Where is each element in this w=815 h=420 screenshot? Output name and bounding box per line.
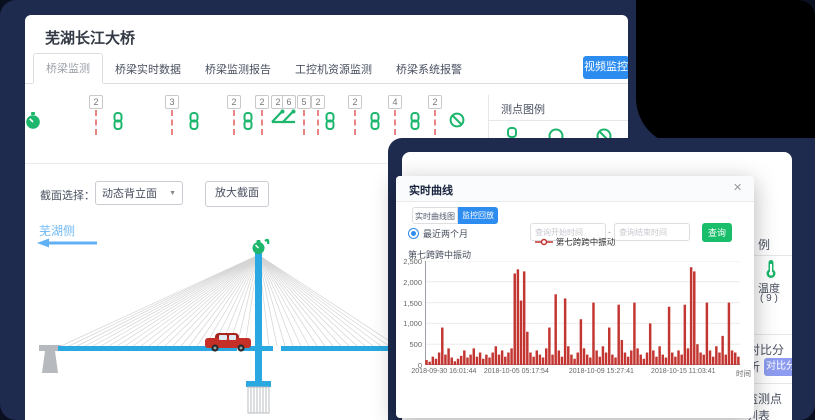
tab-bridge-monitor[interactable]: 桥梁监测 [33,53,103,84]
legend-link-icon [508,128,516,137]
x-tick-label: 2018-10-15 11:03:41 [651,368,715,375]
y-tick-label: 500 [396,340,422,349]
background-black-window [636,0,815,146]
noentry-icon [449,95,465,133]
chart-x-axis-name: 时间 [736,368,751,379]
sensor-badge: 2 [255,95,269,109]
link-icon [188,95,200,135]
legend-panel-title: 测点图例 [501,101,545,117]
link-icon [409,95,421,135]
main-tabbar: 桥梁监测 桥梁实时数据 桥梁监测报告 工控机资源监测 桥梁系统报警 [25,55,628,84]
pier-cap [246,381,271,387]
tab-system-alarm[interactable]: 桥梁系统报警 [384,55,474,83]
sensor-link-icon[interactable] [188,95,200,135]
sensor-dash-marker: 2 [255,95,269,135]
dash-line [303,110,305,135]
dash-line [354,110,356,135]
legend-panel-divider [489,120,628,121]
sensor-link-icon[interactable] [112,95,124,135]
sensor-badge: 3 [165,95,179,109]
sensor-dash-marker: 2 [311,95,325,135]
sensor-link-icon[interactable] [324,95,336,135]
modal-tab-realtime-curve[interactable]: 实时曲线图 [412,207,458,224]
x-tick-label: 2018-10-05 05:17:54 [484,368,549,375]
tab-realtime-data[interactable]: 桥梁实时数据 [103,55,193,83]
dash-line [261,110,263,135]
dash-line [95,110,97,135]
x-tick-label: 2018-10-09 15:27:41 [569,368,634,375]
sensor-dash-marker: 2 [89,95,103,135]
y-tick-label: 2,000 [396,278,422,287]
chart-legend[interactable]: 第七跨跨中振动 [396,236,754,248]
y-tick-label: 1,500 [396,299,422,308]
section-select-label: 截面选择： [40,187,95,203]
video-monitor-button[interactable]: 视频监控 [583,56,628,79]
tab-ipc-resource[interactable]: 工控机资源监测 [283,55,384,83]
sensor-gauge-icon[interactable] [25,95,41,135]
sensor-dash-marker: 2 [227,95,241,135]
page-title: 芜湖长江大桥 [45,27,135,48]
sensor-badge: 6 [282,95,296,109]
legend-header-fragment: 例 [758,236,770,253]
pylon-gauge-icon[interactable] [253,240,269,254]
modal-title: 实时曲线 [409,182,453,198]
sensor-badge: 2 [311,95,325,109]
sensor-dash-marker: 3 [165,95,179,135]
dash-line [434,110,436,135]
link-icon [324,95,336,135]
truss-icon [282,109,296,129]
sensor-dash-marker: 5 [297,95,311,135]
sensor-badge: 2 [89,95,103,109]
dash-line [233,110,235,135]
sensor-badge: 2 [348,95,362,109]
temperature-count: ( 9 ) [760,293,778,304]
y-tick-label: 2,500 [396,257,422,266]
sensor-truss-icon[interactable]: 6 [282,95,296,129]
vibration-chart-plot [425,261,740,365]
sensor-dash-marker: 4 [388,95,402,135]
y-tick-label: 1,000 [396,319,422,328]
dash-line [394,110,396,135]
section-select-value: 动态背立面 [102,185,157,201]
compare-analysis-button[interactable]: 对比分析 [764,358,792,376]
x-tick-label: 2018-09-30 16:01:44 [411,368,476,375]
legend-series-name: 第七跨跨中振动 [556,236,616,248]
gauge-icon [25,95,41,135]
bridge-pylon [255,252,262,383]
screen-canvas: 芜湖长江大桥 桥梁监测 桥梁实时数据 桥梁监测报告 工控机资源监测 桥梁系统报警… [0,0,815,420]
close-icon[interactable]: ✕ [733,181,742,194]
dash-line [171,110,173,135]
sensor-badge: 2 [428,95,442,109]
legend-marker-icon [535,238,553,246]
sensor-link-icon[interactable] [242,95,254,135]
sensor-dash-marker: 2 [348,95,362,135]
link-icon [242,95,254,135]
sensor-link-icon[interactable] [409,95,421,135]
sensor-badge: 2 [227,95,241,109]
pier-piles [248,387,269,413]
bridge-cables [61,255,397,346]
modal-tab-playback[interactable]: 监控回放 [458,207,498,224]
sensor-dash-marker: 2 [428,95,442,135]
bridge-diagram: 芜湖侧 [25,215,405,420]
realtime-curve-modal: 实时曲线 ✕ 实时曲线图 监控回放 最近两个月 - 查询 第七跨跨中振动 第七跨… [396,176,754,418]
sensor-noentry-icon[interactable] [449,95,465,133]
bridge-abutment [39,345,61,373]
dash-line [317,110,319,135]
bridge-drawing [25,237,405,420]
link-icon [112,95,124,135]
tab-monitor-report[interactable]: 桥梁监测报告 [193,55,283,83]
enlarge-section-button[interactable]: 放大截面 [205,181,269,207]
link-icon [369,95,381,135]
section-select-dropdown[interactable]: 动态背立面 ▼ [95,181,183,205]
bridge-deck-right [281,346,405,351]
chevron-down-icon: ▼ [169,190,176,197]
sensor-link-icon[interactable] [369,95,381,135]
sensor-badge: 4 [388,95,402,109]
temperature-icon[interactable] [764,259,778,279]
sensor-badge: 5 [297,95,311,109]
direction-arrow-icon [35,237,105,249]
